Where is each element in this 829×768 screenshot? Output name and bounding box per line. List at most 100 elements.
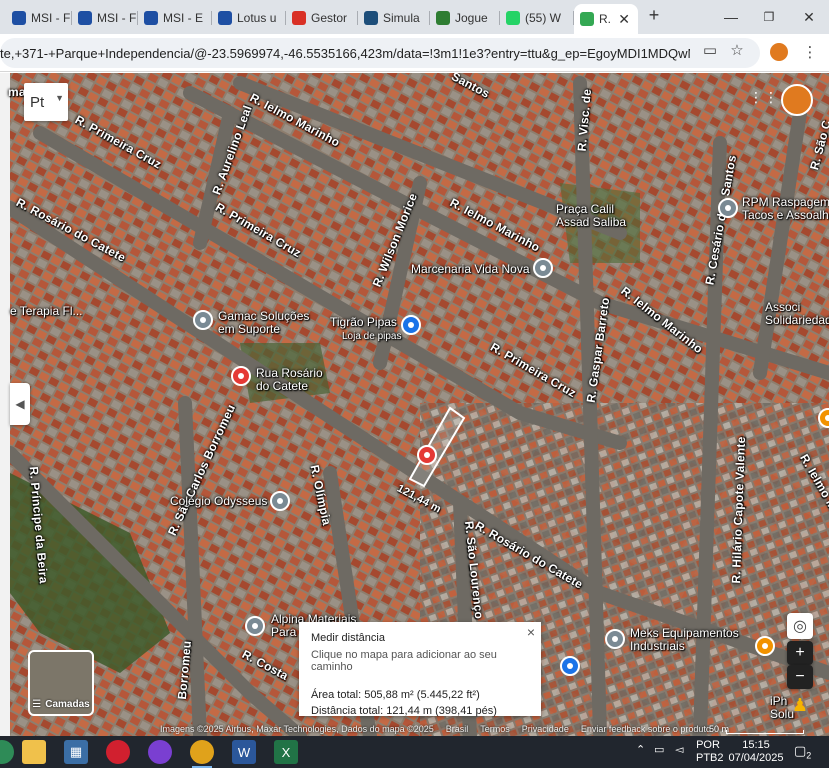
layers-icon: ☰ [32,699,42,710]
figure-icon [436,11,450,25]
measure-area: Área total: 505,88 m² (5.445,22 ft²) [311,689,480,701]
poi-pin-icon[interactable] [193,310,213,330]
poi-marcenaria[interactable]: Marcenaria Vida Nova [411,263,530,276]
shopping-bag-icon[interactable] [560,656,580,676]
map-language-selector[interactable]: Pt ▼ [24,83,68,121]
excel-icon[interactable]: X [274,740,298,764]
poi-gamac[interactable]: Gamac Soluções em Suporte [218,310,309,336]
browser-tab[interactable]: Jogue [430,6,500,30]
install-app-icon[interactable]: ▭ [700,40,720,60]
poi-associacao[interactable]: Associ Solidariedade A [765,301,829,327]
chevron-down-icon: ▼ [55,93,64,103]
tab-title: MSI - F [31,11,71,25]
network-icon[interactable]: ▭ [654,744,664,757]
close-tab-icon[interactable]: ✕ [618,11,630,28]
file-explorer-icon[interactable] [22,740,46,764]
shopping-bag-icon[interactable] [401,315,421,335]
spreadsheet-icon [364,11,378,25]
browser-tab[interactable]: Lotus u [212,6,286,30]
tab-title: Simula [383,11,420,25]
location-marker-icon[interactable] [231,366,251,386]
keyboard-layout: PTB2 [696,752,724,764]
poi-terapia[interactable]: e Terapia Fl... [10,305,82,318]
tab-title: Jogue [455,11,488,25]
msi-icon [78,11,92,25]
profile-avatar[interactable] [770,43,788,61]
notifications-icon[interactable]: ▢2 [794,744,811,763]
windows-start-icon[interactable] [0,740,14,764]
poi-rua-rosario[interactable]: Rua Rosário do Catete [256,367,323,393]
street-view-pegman-icon[interactable]: ♟ [790,693,810,717]
restaurant-icon[interactable] [755,636,775,656]
tab-title: Lotus u [237,11,277,25]
tab-strip: MSI - F MSI - F MSI - E Lotus u Gestor Simula… [0,0,829,34]
measure-distance: Distância total: 121,44 m (398,41 pés) [311,705,497,717]
school-icon[interactable] [270,491,290,511]
poi-meks[interactable]: Meks Equipamentos Industriais [630,627,739,653]
my-location-button[interactable]: ◎ [787,613,813,639]
browser-tab[interactable]: Simula [358,6,430,30]
browser-tab[interactable]: R. ✕ [574,4,638,34]
close-icon[interactable]: × [527,624,535,640]
map-language-label: Pt [30,93,45,111]
tab-title: MSI - E [163,11,204,25]
notification-count: 2 [806,750,812,761]
scale-bar [726,730,804,734]
left-panel-edge [0,73,10,736]
clock-time: 15:15 [742,739,770,751]
browser-tab[interactable]: MSI - F [72,6,138,30]
feedback-link[interactable]: Enviar feedback sobre o produto [581,724,711,734]
tab-title: R. [599,12,611,26]
clock-date: 07/04/2025 [728,752,784,764]
new-tab-button[interactable]: + [641,5,667,25]
poi-pin-icon[interactable] [718,198,738,218]
bookmark-star-icon[interactable]: ☆ [727,40,747,60]
msi-icon [218,11,232,25]
account-avatar[interactable] [781,84,813,116]
firefox-icon[interactable] [148,740,172,764]
browser-tab[interactable]: (55) W [500,6,574,30]
poi-rpm-raspagem[interactable]: RPM Raspagem Tacos e Assoalh [742,196,829,222]
url-text[interactable]: te,+371-+Parque+Independencia/@-23.59699… [0,46,690,61]
poi-pin-icon[interactable] [605,629,625,649]
chrome-icon[interactable] [190,740,214,768]
measure-hint: Clique no mapa para adicionar ao seu cam… [311,649,497,673]
measure-title: Medir distância [311,632,385,644]
poi-praca-calil[interactable]: Praça Calil Assad Saliba [556,203,626,229]
layers-label: Camadas [45,699,90,710]
tab-title: MSI - F [97,11,137,25]
close-window-button[interactable]: ✕ [796,7,822,27]
minimize-button[interactable]: — [718,7,744,27]
poi-pin-icon[interactable] [245,616,265,636]
zoom-in-button[interactable]: + [787,641,813,665]
selected-place-marker-icon[interactable] [417,445,437,465]
browser-tab[interactable]: Gestor [286,6,358,30]
word-icon[interactable]: W [232,740,256,764]
browser-tab[interactable]: MSI - E [138,6,212,30]
measure-distance-panel: Medir distância Clique no mapa para adic… [299,622,541,717]
language-code: POR [696,739,720,751]
privacy-link[interactable]: Privacidade [522,724,569,734]
browser-menu-icon[interactable]: ⋮ [800,42,820,62]
satellite-map[interactable]: R. Primeira Cruz R. Aurelino Leal R. Iel… [0,73,829,736]
zoom-out-button[interactable]: − [787,665,813,689]
clock[interactable]: 15:15 07/04/2025 [728,739,784,765]
tab-title: Gestor [311,11,348,25]
country-link[interactable]: Brasil [446,724,469,734]
tray-chevron-icon[interactable]: ⌃ [636,744,645,757]
calculator-icon[interactable]: ▦ [64,740,88,764]
terms-link[interactable]: Termos [480,724,510,734]
poi-tigrao-pipas[interactable]: Tigrão Pipas [330,316,397,329]
restore-button[interactable]: ❐ [756,7,782,27]
address-bar[interactable]: te,+371-+Parque+Independencia/@-23.59699… [0,38,760,68]
poi-pin-icon[interactable] [533,258,553,278]
collapse-panel-button[interactable]: ◀ [10,383,30,425]
layers-button[interactable]: ☰ Camadas [28,650,94,716]
volume-icon[interactable]: ◅ [675,744,683,757]
opera-icon[interactable] [106,740,130,764]
gmail-icon [292,11,306,25]
input-language[interactable]: POR PTB2 [696,739,724,765]
poi-colegio-odysseus[interactable]: Colégio Odysseus [170,495,267,508]
browser-tab[interactable]: MSI - F [6,6,72,30]
msi-icon [12,11,26,25]
